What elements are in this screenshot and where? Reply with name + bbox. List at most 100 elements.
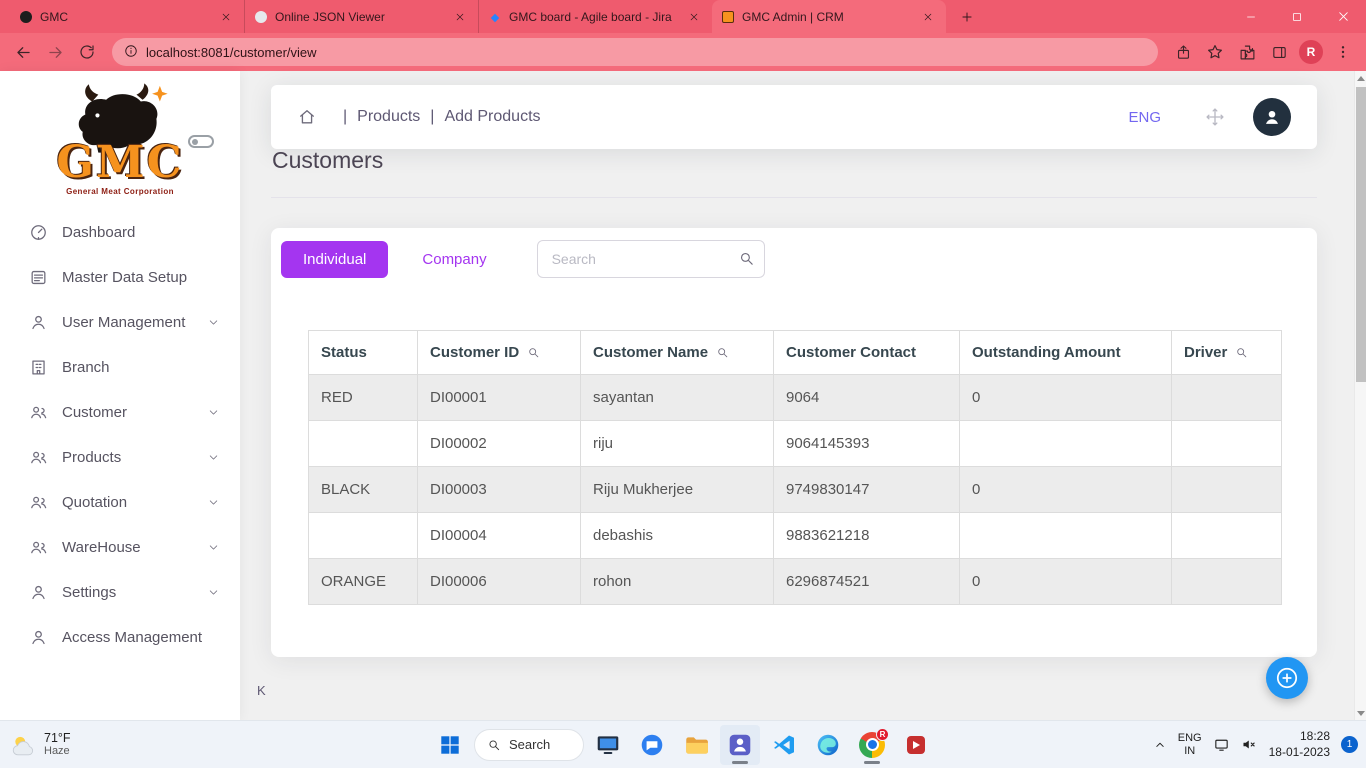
column-search-icon[interactable] — [1235, 346, 1248, 359]
cell-status — [309, 513, 418, 559]
browser-profile-avatar[interactable]: R — [1299, 40, 1323, 64]
menu-dots-icon[interactable] — [1328, 37, 1358, 67]
tray-clock[interactable]: 18:28 18-01-2023 — [1269, 729, 1330, 760]
column-search-icon[interactable] — [716, 346, 729, 359]
app-header-bar: | Products | Add Products ENG — [271, 85, 1317, 149]
scroll-up-button[interactable] — [1355, 71, 1366, 85]
page-title: Customers — [272, 147, 383, 174]
extensions-icon[interactable] — [1232, 37, 1262, 67]
bookmark-star-icon[interactable] — [1200, 37, 1230, 67]
reload-icon[interactable] — [72, 37, 102, 67]
user-avatar[interactable] — [1253, 98, 1291, 136]
cell-driver — [1172, 559, 1282, 605]
tab-json-viewer[interactable]: Online JSON Viewer — [244, 0, 478, 33]
tray-network-icon[interactable] — [1213, 736, 1230, 753]
taskbar-search-label: Search — [509, 737, 550, 752]
add-customer-fab[interactable] — [1266, 657, 1308, 699]
cell-driver — [1172, 421, 1282, 467]
red-media-app-icon[interactable] — [896, 725, 936, 765]
settings-icon — [28, 583, 48, 603]
vertical-scrollbar[interactable] — [1354, 71, 1366, 720]
sidebar-item-user-management[interactable]: User Management — [0, 300, 240, 345]
side-panel-icon[interactable] — [1264, 37, 1294, 67]
start-button[interactable] — [430, 725, 470, 765]
notification-count-badge[interactable]: 1 — [1341, 736, 1358, 753]
monitor-app-icon[interactable] — [588, 725, 628, 765]
tab-title: GMC board - Agile board - Jira — [509, 10, 678, 24]
table-row[interactable]: DI00004 debashis 9883621218 — [309, 513, 1282, 559]
column-header-driver[interactable]: Driver — [1172, 331, 1282, 375]
sidebar-item-customer[interactable]: Customer — [0, 390, 240, 435]
forward-icon[interactable] — [40, 37, 70, 67]
sidebar-item-branch[interactable]: Branch — [0, 345, 240, 390]
cell-customer-contact: 9749830147 — [774, 467, 960, 513]
gmc-logo: GMC General Meat Corporation — [0, 71, 240, 196]
table-row[interactable]: ORANGE DI00006 rohon 6296874521 0 — [309, 559, 1282, 605]
fullscreen-move-icon[interactable] — [1205, 107, 1225, 127]
column-header-customer-name[interactable]: Customer Name — [581, 331, 774, 375]
tab-gmc[interactable]: GMC — [10, 0, 244, 33]
column-search-icon[interactable] — [527, 346, 540, 359]
cell-status: BLACK — [309, 467, 418, 513]
sidebar-item-products[interactable]: Products — [0, 435, 240, 480]
edge-app-icon[interactable] — [808, 725, 848, 765]
sidebar-item-quotation[interactable]: Quotation — [0, 480, 240, 525]
cell-customer-name: rohon — [581, 559, 774, 605]
chat-app-icon[interactable] — [632, 725, 672, 765]
tab-company[interactable]: Company — [404, 241, 504, 278]
header-link-products[interactable]: Products — [357, 108, 420, 126]
tab-close-icon[interactable] — [686, 9, 702, 25]
scroll-down-button[interactable] — [1355, 706, 1366, 720]
minimize-button[interactable] — [1228, 0, 1274, 33]
sidebar-item-access-management[interactable]: Access Management — [0, 615, 240, 660]
table-row[interactable]: DI00002 riju 9064145393 — [309, 421, 1282, 467]
weather-widget[interactable]: 71°F Haze — [10, 721, 71, 768]
tab-favicon — [722, 11, 734, 23]
back-icon[interactable] — [8, 37, 38, 67]
language-selector[interactable]: ENG — [1128, 109, 1161, 126]
tab-gmc-admin-crm-active[interactable]: GMC Admin | CRM — [712, 0, 946, 33]
column-header-customer-id[interactable]: Customer ID — [418, 331, 581, 375]
home-icon[interactable] — [297, 107, 317, 127]
tab-individual[interactable]: Individual — [281, 241, 388, 278]
sidebar-item-dashboard[interactable]: Dashboard — [0, 210, 240, 255]
tab-close-icon[interactable] — [920, 9, 936, 25]
triangle-up-icon — [1357, 76, 1365, 81]
browser-window: GMC Online JSON Viewer GMC board - Agile… — [0, 0, 1366, 768]
maximize-button[interactable] — [1274, 0, 1320, 33]
sidebar-collapse-toggle[interactable] — [188, 135, 214, 148]
column-label: Customer Contact — [786, 344, 916, 361]
new-tab-button[interactable] — [954, 4, 980, 30]
header-link-add-products[interactable]: Add Products — [444, 108, 540, 126]
search-icon[interactable] — [738, 250, 755, 270]
chrome-logo: R — [858, 731, 886, 759]
search-input[interactable] — [537, 240, 765, 278]
share-icon[interactable] — [1168, 37, 1198, 67]
tray-language[interactable]: ENG IN — [1178, 732, 1202, 757]
tab-close-icon[interactable] — [452, 9, 468, 25]
tray-volume-mute-icon[interactable] — [1241, 736, 1258, 753]
tab-jira[interactable]: GMC board - Agile board - Jira — [478, 0, 712, 33]
address-bar[interactable]: localhost:8081/customer/view — [112, 38, 1158, 66]
scrollbar-thumb[interactable] — [1356, 87, 1366, 382]
chrome-app-icon[interactable]: R — [852, 725, 892, 765]
table-row[interactable]: RED DI00001 sayantan 9064 0 — [309, 375, 1282, 421]
card-header: Individual Company — [281, 240, 765, 278]
table-row[interactable]: BLACK DI00003 Riju Mukherjee 9749830147 … — [309, 467, 1282, 513]
vscode-app-icon[interactable] — [764, 725, 804, 765]
file-explorer-icon[interactable] — [676, 725, 716, 765]
tray-chevron-up-icon[interactable] — [1153, 738, 1167, 752]
sidebar-item-master-data-setup[interactable]: Master Data Setup — [0, 255, 240, 300]
sidebar-item-warehouse[interactable]: WareHouse — [0, 525, 240, 570]
sidebar-item-label: Settings — [62, 584, 116, 601]
column-label: Status — [321, 344, 367, 361]
sidebar-item-settings[interactable]: Settings — [0, 570, 240, 615]
teams-app-icon[interactable] — [720, 725, 760, 765]
tab-close-icon[interactable] — [218, 9, 234, 25]
close-button[interactable] — [1320, 0, 1366, 33]
user-management-icon — [28, 313, 48, 333]
column-label: Customer ID — [430, 344, 519, 361]
taskbar-search[interactable]: Search — [474, 729, 584, 761]
column-label: Driver — [1184, 344, 1227, 361]
site-info-icon[interactable] — [124, 44, 138, 61]
